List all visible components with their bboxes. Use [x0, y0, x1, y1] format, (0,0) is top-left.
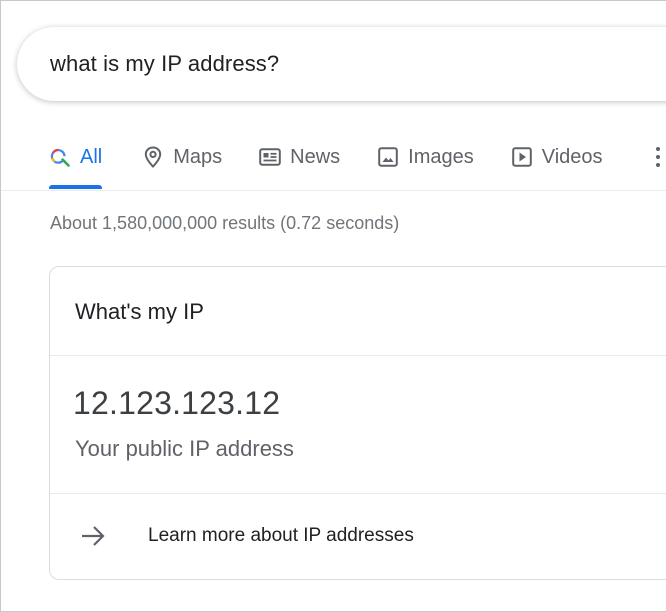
search-box[interactable]: what is my IP address? [17, 27, 666, 101]
tab-videos[interactable]: Videos [511, 131, 603, 183]
news-icon [259, 146, 281, 168]
tab-label: All [80, 145, 103, 168]
search-tabs: All Maps News Images Videos [49, 131, 640, 191]
browser-frame: what is my IP address? All Maps News Ima… [0, 0, 666, 612]
tab-label: News [290, 145, 341, 168]
search-input[interactable]: what is my IP address? [50, 51, 279, 77]
tab-label: Images [408, 145, 474, 168]
more-options-icon[interactable] [654, 147, 662, 169]
ip-card: What's my IP 12.123.123.12 Your public I… [49, 266, 666, 580]
tab-news[interactable]: News [259, 131, 340, 183]
arrow-right-icon [80, 524, 106, 548]
ip-address-value: 12.123.123.12 [73, 385, 281, 421]
ip-caption: Your public IP address [75, 436, 294, 461]
tab-all[interactable]: All [49, 131, 103, 189]
learn-more-label: Learn more about IP addresses [148, 525, 414, 546]
video-icon [511, 146, 533, 168]
tabs-divider [1, 190, 666, 191]
tab-maps[interactable]: Maps [142, 131, 222, 183]
learn-more-link[interactable]: Learn more about IP addresses [50, 494, 666, 580]
map-pin-icon [142, 146, 164, 168]
image-icon [377, 146, 399, 168]
tab-images[interactable]: Images [377, 131, 474, 183]
tab-label: Maps [173, 145, 223, 168]
tab-label: Videos [541, 145, 603, 168]
result-stats: About 1,580,000,000 results (0.72 second… [50, 213, 400, 233]
search-icon [49, 146, 71, 168]
card-divider [50, 355, 666, 356]
card-title: What's my IP [75, 299, 204, 324]
